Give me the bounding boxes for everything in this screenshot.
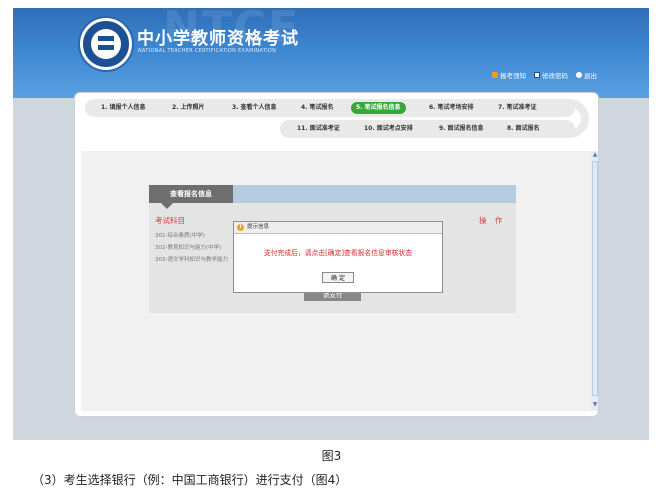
step-1[interactable]: 1. 填报个人信息	[101, 102, 146, 114]
scroll-thumb[interactable]	[592, 161, 598, 396]
confirm-button[interactable]: 确 定	[322, 272, 354, 283]
main-panel: 1. 填报个人信息 2. 上传照片 3. 查看个人信息 4. 笔试报名 5. 笔…	[74, 92, 599, 417]
figure-caption: 图3	[321, 449, 342, 463]
step-3[interactable]: 3. 查看个人信息	[232, 102, 277, 114]
screenshot: NTCE 中小学教师资格考试 NATIONAL TEACHER CERTIFIC…	[13, 8, 649, 440]
top-links: 报考须知 修改密码 退出	[492, 70, 597, 80]
edit-icon	[534, 72, 540, 78]
instruction-paragraph: （3）考生选择银行（例：中国工商银行）进行支付（图4）	[32, 473, 348, 487]
site-subtitle: NATIONAL TEACHER CERTIFICATION EXAMINATI…	[138, 48, 277, 54]
step-4[interactable]: 4. 笔试报名	[301, 102, 334, 114]
step-10[interactable]: 10. 面试考点安排	[364, 123, 413, 135]
link-change-password-label: 修改密码	[542, 72, 568, 80]
scroll-down-icon[interactable]: ▼	[592, 402, 598, 408]
subject-item: 303-语文学科知识与教学能力	[155, 257, 228, 263]
site-title: 中小学教师资格考试	[137, 29, 299, 49]
link-change-password[interactable]: 修改密码	[534, 70, 568, 80]
step-8[interactable]: 8. 面试报名	[507, 123, 540, 135]
content-area: 查看报名信息 考试科目 操 作 301-综合素质(中学) 302-教育知识与能力…	[81, 151, 591, 411]
link-logout-label: 退出	[584, 72, 597, 80]
logo-icon	[80, 18, 132, 70]
link-notice[interactable]: 报考须知	[492, 70, 526, 80]
dialog-title: 提示信息	[247, 224, 270, 230]
step-navigation: 1. 填报个人信息 2. 上传照片 3. 查看个人信息 4. 笔试报名 5. 笔…	[85, 99, 589, 141]
subject-item: 301-综合素质(中学)	[155, 233, 205, 239]
dialog-message: 支付完成后，请点击[确定]查看报名信息审核状态	[263, 249, 413, 257]
bell-icon	[492, 72, 498, 78]
prompt-dialog: i 提示信息 支付完成后，请点击[确定]查看报名信息审核状态 确 定	[233, 221, 443, 293]
step-11[interactable]: 11. 面试准考证	[297, 123, 340, 135]
subject-header: 考试科目	[155, 216, 185, 225]
step-9[interactable]: 9. 面试报名信息	[439, 123, 484, 135]
exit-icon	[576, 72, 582, 78]
link-notice-label: 报考须知	[500, 72, 526, 80]
site-header: NTCE 中小学教师资格考试 NATIONAL TEACHER CERTIFIC…	[13, 8, 649, 98]
subject-item: 302-教育知识与能力(中学)	[155, 245, 222, 251]
tab-view-registration[interactable]: 查看报名信息	[149, 185, 233, 203]
vertical-scrollbar[interactable]: ▲ ▼	[591, 151, 598, 411]
dialog-header: i 提示信息	[234, 222, 442, 234]
info-icon: i	[237, 224, 244, 231]
step-2[interactable]: 2. 上传照片	[172, 102, 205, 114]
link-logout[interactable]: 退出	[576, 70, 597, 80]
step-6[interactable]: 6. 笔试考场安排	[429, 102, 474, 114]
step-7[interactable]: 7. 笔试准考证	[498, 102, 537, 114]
scroll-up-icon[interactable]: ▲	[592, 152, 598, 158]
info-header: 查看报名信息	[149, 185, 516, 209]
operation-header: 操 作	[479, 216, 506, 225]
step-5-active[interactable]: 5. 笔试报名信息	[351, 102, 406, 114]
